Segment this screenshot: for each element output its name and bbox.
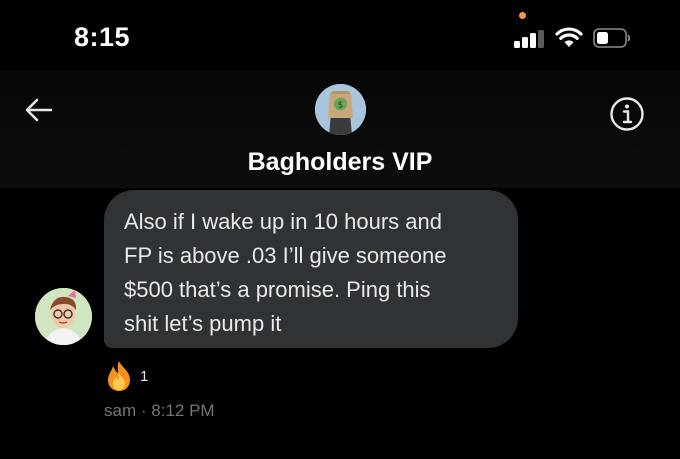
message-meta: sam · 8:12 PM	[104, 401, 215, 421]
sender-name: sam	[104, 401, 137, 420]
battery-icon	[593, 28, 631, 48]
wifi-icon	[555, 27, 583, 47]
status-time: 8:15	[74, 22, 131, 52]
sender-avatar[interactable]	[35, 288, 92, 345]
info-circle-icon[interactable]	[609, 96, 645, 132]
message-bubble[interactable]: Also if I wake up in 10 hours and FP is …	[104, 190, 518, 348]
message-text: Also if I wake up in 10 hours and FP is …	[124, 209, 447, 336]
reaction-count: 1	[140, 367, 149, 385]
group-avatar[interactable]: $	[315, 84, 366, 135]
arrow-left-icon[interactable]	[24, 96, 54, 124]
reaction-chip[interactable]: 1	[104, 360, 148, 392]
meta-separator: ·	[140, 401, 147, 420]
fire-emoji-icon	[108, 361, 130, 391]
group-name[interactable]: Bagholders VIP	[0, 148, 680, 177]
cellular-signal-icon	[514, 30, 546, 48]
message-timestamp: 8:12 PM	[151, 401, 215, 420]
svg-text:$: $	[338, 101, 344, 111]
privacy-indicator-dot	[519, 12, 526, 19]
